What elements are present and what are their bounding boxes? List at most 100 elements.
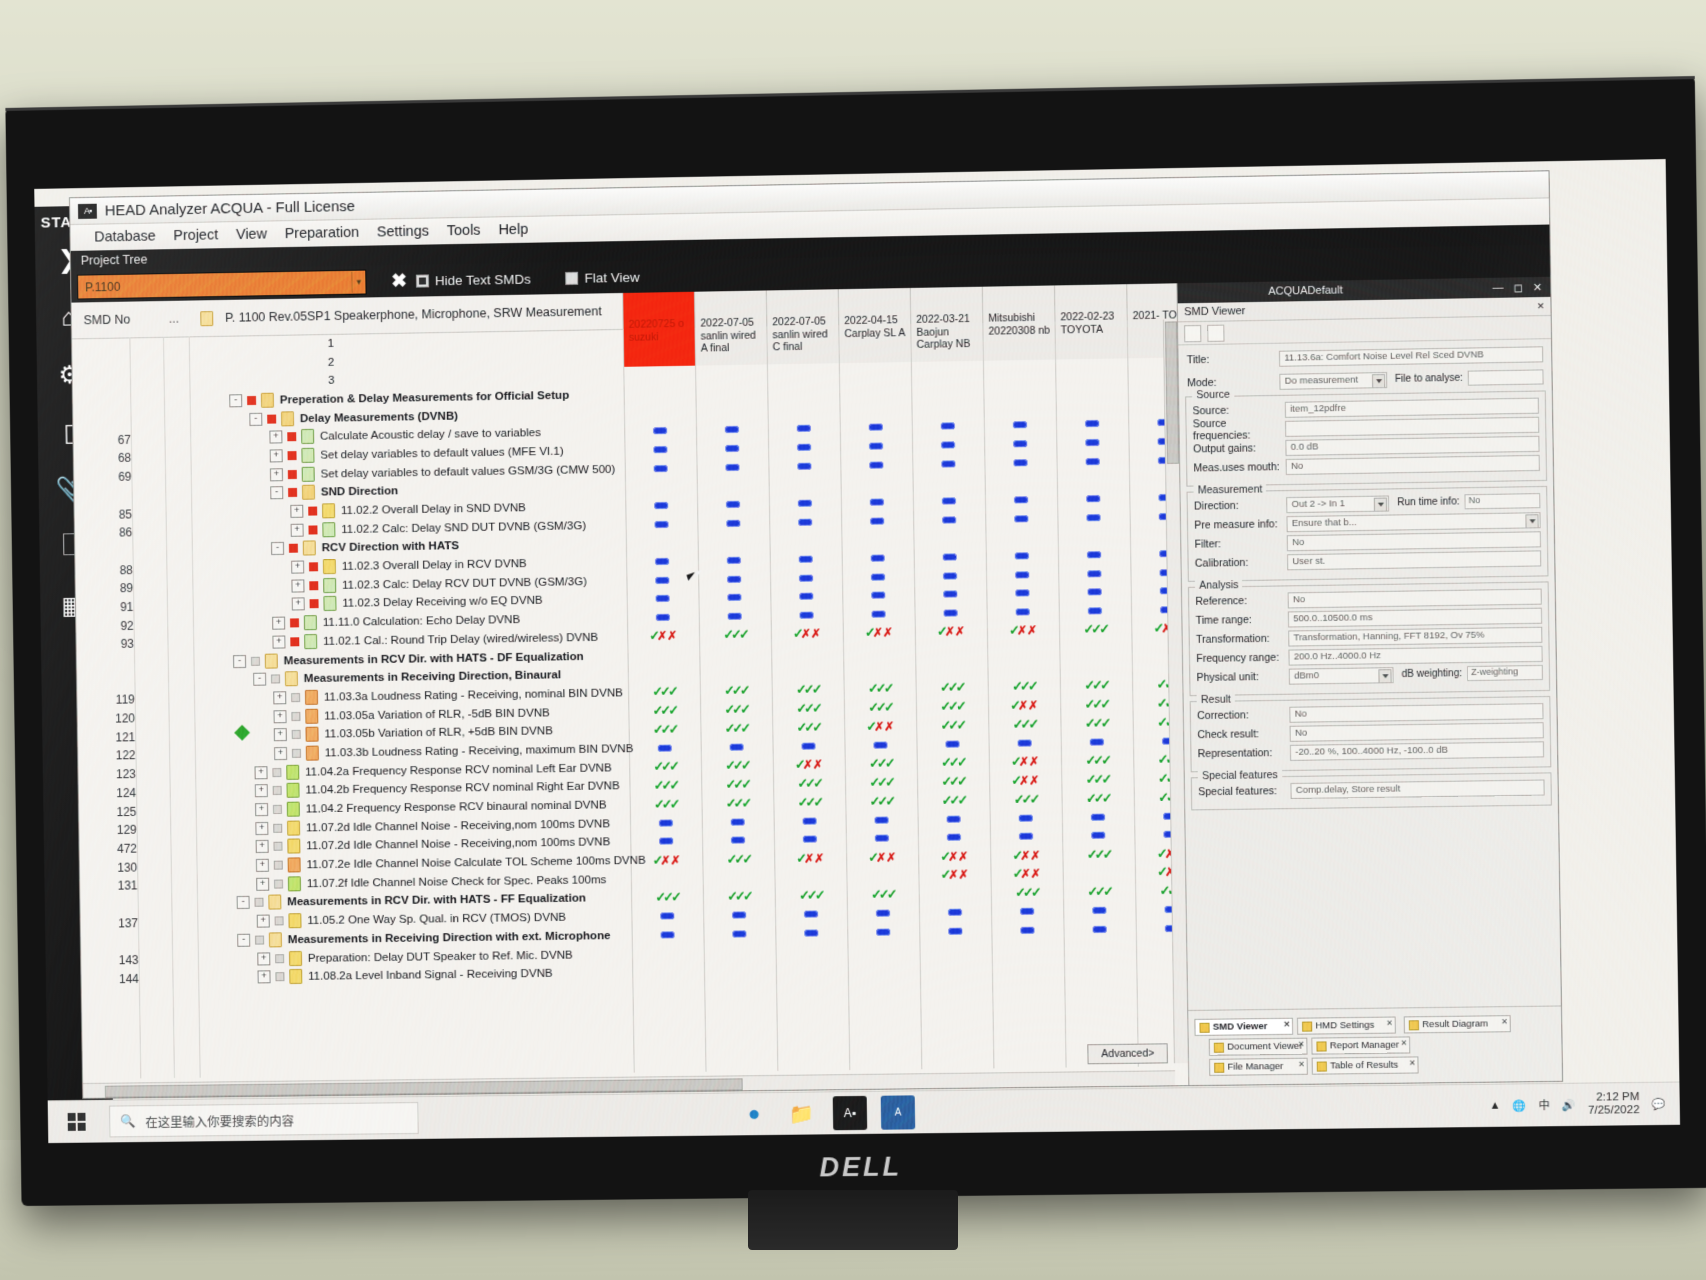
field-value[interactable]: Ensure that b...	[1286, 511, 1541, 532]
minimize-icon[interactable]: —	[1492, 282, 1503, 294]
expand-icon[interactable]: +	[291, 579, 305, 593]
active-flag-icon[interactable]	[247, 395, 257, 405]
result-cell[interactable]	[768, 419, 840, 439]
tree-row-body[interactable]: 2	[138, 355, 335, 371]
expand-icon[interactable]: +	[291, 560, 305, 574]
close-project-button[interactable]: ✖	[391, 271, 407, 292]
field-value[interactable]: No	[1286, 530, 1541, 551]
close-icon[interactable]: ✕	[1533, 280, 1542, 293]
result-cell[interactable]: ✓✓✓	[772, 680, 844, 700]
inactive-flag-icon[interactable]	[291, 711, 301, 721]
result-cell[interactable]	[991, 920, 1063, 940]
result-cell[interactable]	[770, 605, 842, 625]
result-cell[interactable]	[841, 511, 913, 531]
result-cell[interactable]	[625, 514, 697, 534]
dock-tab[interactable]: SMD Viewer ✕	[1194, 1017, 1294, 1036]
result-cell[interactable]: ✓✓✓	[991, 883, 1063, 903]
result-cell[interactable]	[770, 568, 842, 588]
inactive-flag-icon[interactable]	[273, 860, 283, 870]
field-value[interactable]: No	[1285, 454, 1540, 475]
result-cell[interactable]	[627, 608, 699, 628]
result-cell[interactable]: ✓✗✗	[990, 845, 1062, 865]
result-cell[interactable]: ✓✓✓	[772, 718, 844, 738]
explorer-icon[interactable]: 📁	[785, 1096, 819, 1130]
tree-rows-container[interactable]: 1 2 3- Preperation & Delay Measurements for…	[72, 319, 1189, 1079]
close-icon[interactable]: ✕	[1386, 1019, 1393, 1028]
acqua-icon[interactable]: A▪	[832, 1095, 868, 1131]
analyzer-icon[interactable]: A	[880, 1095, 916, 1130]
field-value[interactable]: dBm0	[1288, 666, 1394, 685]
result-cell[interactable]: ✓✗✗	[990, 864, 1062, 884]
field-value[interactable]: 200.0 Hz..4000.0 Hz	[1288, 645, 1543, 666]
result-cell[interactable]	[990, 827, 1062, 847]
inactive-flag-icon[interactable]	[291, 748, 301, 758]
edit-icon[interactable]	[1184, 324, 1202, 342]
result-cell[interactable]	[842, 567, 914, 587]
result-cell[interactable]	[768, 456, 840, 476]
field-value[interactable]: User st.	[1287, 549, 1542, 570]
result-cell[interactable]: ✓✓✓	[1060, 676, 1133, 696]
result-cell[interactable]	[769, 493, 841, 513]
result-cell[interactable]: ✓✓✓	[631, 888, 703, 908]
collapse-icon[interactable]: -	[229, 394, 243, 408]
result-cell[interactable]	[984, 452, 1056, 472]
result-cell[interactable]: ✓✓✓	[628, 682, 700, 702]
result-cell[interactable]	[912, 454, 984, 474]
close-icon[interactable]: ✕	[1298, 1060, 1305, 1069]
expand-icon[interactable]: +	[290, 504, 304, 518]
result-cell[interactable]	[770, 587, 842, 607]
result-cell[interactable]	[702, 812, 774, 832]
expand-icon[interactable]: +	[256, 877, 270, 891]
dock-tab[interactable]: HMD Settings ✕	[1297, 1016, 1397, 1035]
result-cell[interactable]	[626, 552, 698, 572]
result-cell[interactable]	[774, 867, 846, 887]
result-cell[interactable]: ✓✓✓	[844, 679, 916, 699]
result-cell[interactable]: ✓✗✗	[771, 624, 843, 644]
result-cell[interactable]: ✓✓✓	[773, 792, 845, 812]
ime-icon[interactable]: 中	[1539, 1097, 1550, 1113]
result-cell[interactable]: ✓✓✓	[845, 773, 917, 793]
hide-text-smds-checkbox[interactable]: Hide Text SMDs	[415, 272, 531, 289]
result-cell[interactable]: ✓✓✓	[1063, 882, 1136, 902]
result-cell[interactable]	[698, 588, 770, 608]
expand-icon[interactable]: +	[254, 765, 268, 779]
result-cell[interactable]	[696, 457, 768, 477]
expand-icon[interactable]: +	[272, 616, 286, 630]
result-cell[interactable]	[985, 509, 1057, 529]
collapse-icon[interactable]: -	[249, 412, 263, 426]
result-cell[interactable]	[986, 546, 1058, 566]
result-cell[interactable]	[914, 547, 986, 567]
result-cell[interactable]	[701, 737, 773, 757]
result-cell[interactable]: ✓✗✗	[918, 865, 990, 885]
result-cell[interactable]	[703, 924, 775, 944]
result-cell[interactable]: ✓✗✗	[630, 850, 702, 870]
result-cell[interactable]: ✓✓✓	[772, 699, 844, 719]
result-cell[interactable]	[627, 589, 699, 609]
chevron-down-icon[interactable]: ▼	[351, 271, 366, 293]
result-cell[interactable]	[696, 420, 768, 440]
checkbox-box[interactable]	[565, 271, 579, 285]
tree-row-body[interactable]: 1	[137, 337, 335, 353]
result-cell[interactable]	[840, 436, 912, 456]
result-cell[interactable]: ✓✓✓	[702, 849, 774, 869]
field-value[interactable]: Transformation, Hanning, FFT 8192, Ov 75…	[1288, 626, 1543, 647]
result-cell[interactable]	[842, 548, 914, 568]
result-cell[interactable]: ✓✓✓	[630, 794, 702, 814]
active-flag-icon[interactable]	[290, 637, 300, 647]
field-value[interactable]: 0.0 dB	[1285, 435, 1540, 456]
result-cell[interactable]	[702, 831, 774, 851]
result-cell[interactable]	[986, 583, 1058, 603]
field-extra-value[interactable]: Z-weighting	[1467, 664, 1543, 682]
result-cell[interactable]: ✓✓✓	[917, 753, 989, 773]
edge-icon[interactable]: ●	[737, 1097, 771, 1131]
result-cell[interactable]: ✓✗✗	[843, 623, 915, 643]
windows-icon[interactable]	[48, 1101, 106, 1143]
field-value[interactable]: Comp.delay, Store result	[1290, 778, 1545, 799]
result-cell[interactable]	[984, 434, 1056, 454]
tree-row-body[interactable]: 3	[138, 374, 335, 390]
project-select[interactable]: P.1100 ▼	[77, 269, 367, 300]
result-cell[interactable]	[768, 437, 840, 457]
result-cell[interactable]	[913, 510, 985, 530]
active-flag-icon[interactable]	[309, 580, 319, 591]
result-cell[interactable]: ✓✓✓	[628, 701, 700, 721]
